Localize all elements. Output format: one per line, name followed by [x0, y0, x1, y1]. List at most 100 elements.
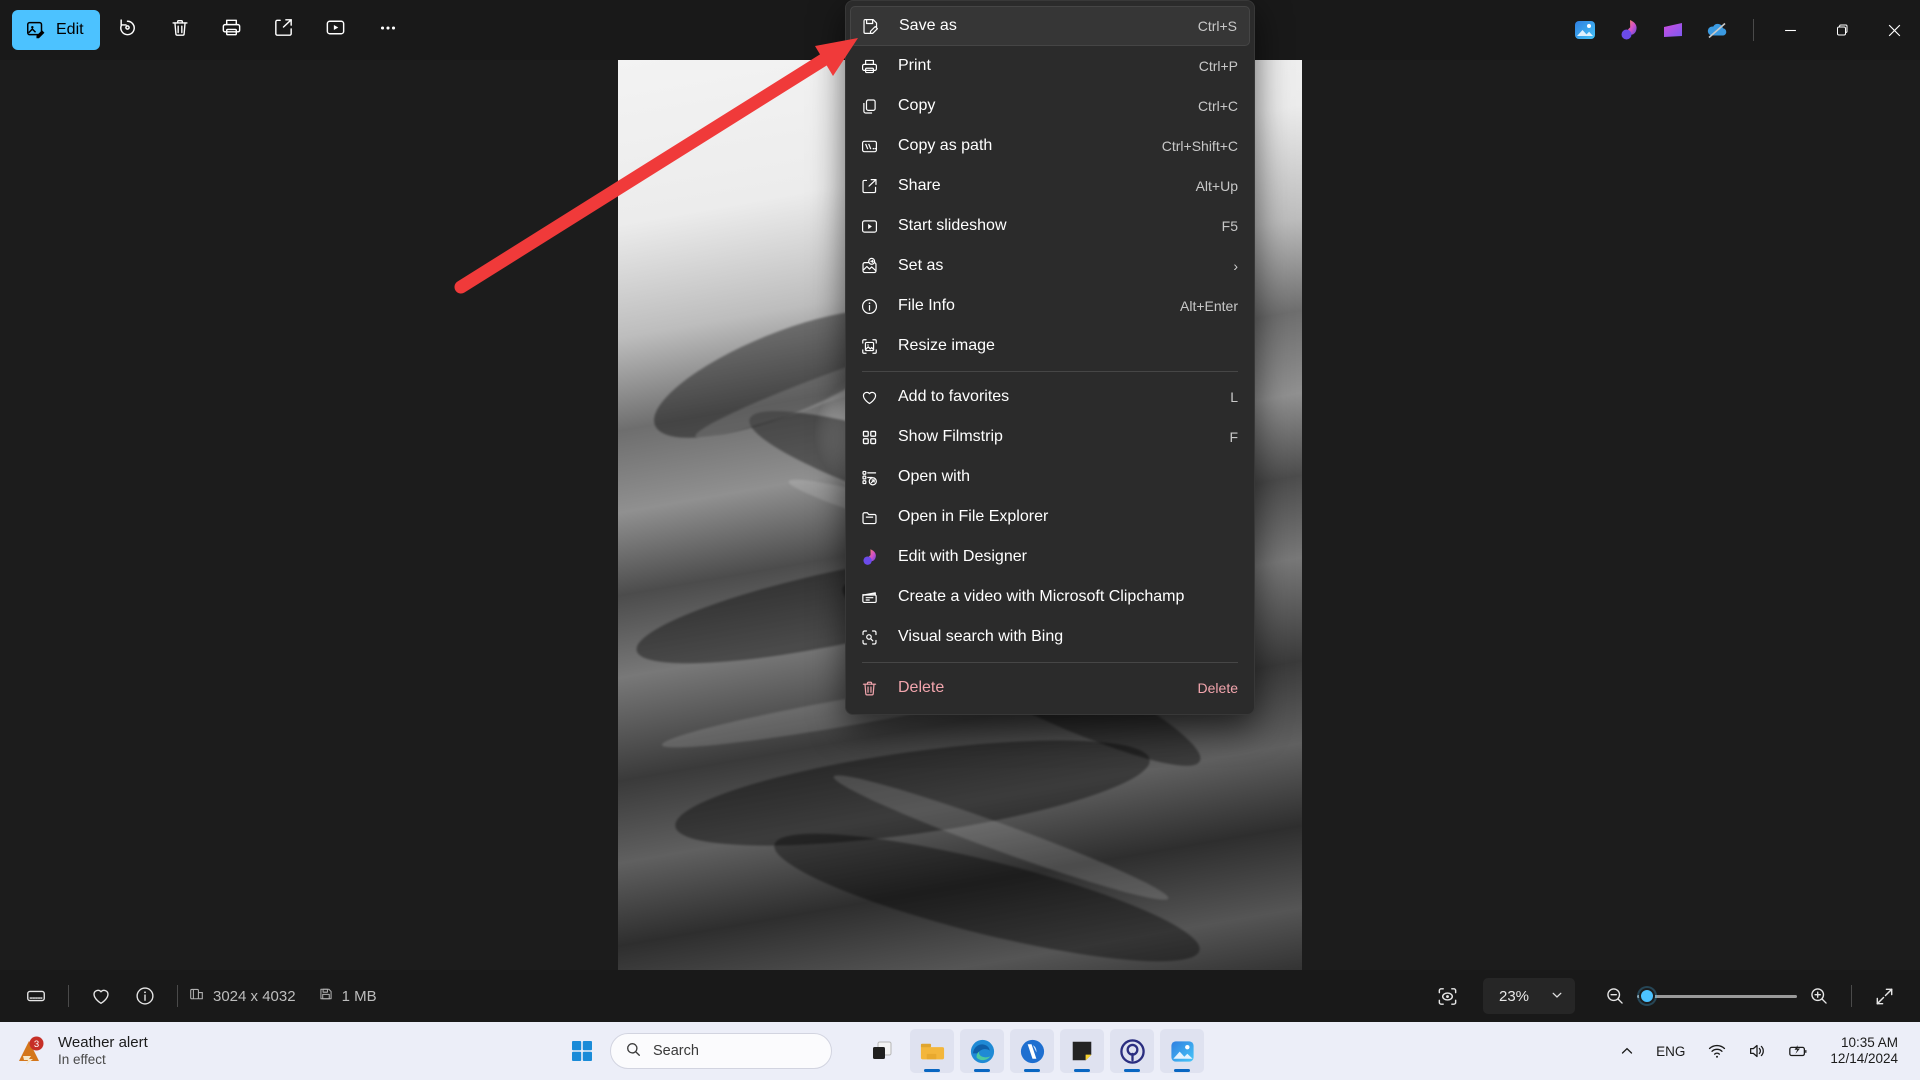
clock-date: 12/14/2024	[1830, 1051, 1898, 1066]
photos-button[interactable]	[1160, 1029, 1204, 1073]
weather-badge-count: 3	[34, 1039, 39, 1050]
clipchamp-app-icon[interactable]	[1651, 10, 1695, 50]
menu-separator	[862, 371, 1238, 372]
context-menu[interactable]: Save as Ctrl+S Print Ctrl+P Copy Ctrl+C	[845, 0, 1255, 715]
menu-item-start-slideshow[interactable]: Start slideshow F5	[850, 206, 1250, 246]
menu-item-label: Delete	[898, 679, 945, 696]
submenu-chevron-right-icon: ›	[1233, 258, 1238, 274]
file-explorer-button[interactable]	[910, 1029, 954, 1073]
status-divider	[177, 985, 178, 1007]
clock[interactable]: 10:35 AM 12/14/2024	[1822, 1035, 1906, 1067]
slideshow-icon	[860, 216, 888, 236]
copy-path-icon	[860, 136, 888, 156]
pia-vpn-button[interactable]	[1110, 1029, 1154, 1073]
menu-item-open-in-file-explorer[interactable]: Open in File Explorer	[850, 497, 1250, 537]
menu-item-label: Resize image	[898, 337, 995, 354]
delete-button[interactable]	[156, 10, 204, 50]
menu-item-delete[interactable]: Delete Delete	[850, 668, 1250, 708]
volume-icon[interactable]	[1740, 1030, 1774, 1072]
maximize-button[interactable]	[1816, 0, 1868, 60]
chevron-down-icon	[1551, 988, 1563, 1005]
menu-item-label: Share	[898, 177, 941, 194]
language-indicator[interactable]: ENG	[1647, 1030, 1694, 1072]
weather-alert-text: Weather alert In effect	[58, 1034, 148, 1068]
menu-item-resize-image[interactable]: Resize image	[850, 326, 1250, 366]
start-button[interactable]	[560, 1029, 604, 1073]
zoom-slider-thumb[interactable]	[1639, 988, 1655, 1004]
zoom-slider-track	[1637, 994, 1797, 998]
menu-item-label: Edit with Designer	[898, 548, 1027, 565]
tray-expand-button[interactable]	[1613, 1030, 1641, 1072]
system-tray: ENG 10:35 AM 12/14/2024	[1613, 1030, 1920, 1072]
menu-item-copy-as-path[interactable]: Copy as path Ctrl+Shift+C	[850, 126, 1250, 166]
vlc-button[interactable]	[1010, 1029, 1054, 1073]
minimize-button[interactable]	[1764, 0, 1816, 60]
menu-item-label: Open with	[898, 468, 971, 485]
edit-button-label: Edit	[56, 21, 84, 38]
menu-item-accel: Alt+Up	[1195, 178, 1238, 194]
more-icon	[377, 17, 399, 44]
menu-item-label: Set as	[898, 257, 944, 274]
clock-time: 10:35 AM	[1840, 1034, 1898, 1050]
slideshow-button[interactable]	[312, 10, 360, 50]
sticky-notes-button[interactable]	[1060, 1029, 1104, 1073]
menu-item-label: Show Filmstrip	[898, 428, 1003, 445]
set-as-icon	[860, 256, 888, 276]
fit-to-window-button[interactable]	[1425, 978, 1469, 1014]
fullscreen-button[interactable]	[1862, 978, 1906, 1014]
edge-button[interactable]	[960, 1029, 1004, 1073]
menu-item-visual-search-with-bing[interactable]: Visual search with Bing	[850, 617, 1250, 657]
edit-button[interactable]: Edit	[12, 10, 100, 50]
command-bar-left: Edit	[0, 10, 412, 50]
menu-item-save-as[interactable]: Save as Ctrl+S	[850, 6, 1250, 46]
close-button[interactable]	[1868, 0, 1920, 60]
menu-item-accel: Ctrl+C	[1197, 98, 1238, 114]
battery-charging-icon[interactable]	[1780, 1030, 1816, 1072]
rotate-button[interactable]	[104, 10, 152, 50]
menu-item-open-with[interactable]: Open with	[850, 457, 1250, 497]
menu-item-share[interactable]: Share Alt+Up	[850, 166, 1250, 206]
menu-item-create-a-video-with-microsoft-clipchamp[interactable]: Create a video with Microsoft Clipchamp	[850, 577, 1250, 617]
search-icon	[625, 1041, 642, 1062]
designer-app-icon[interactable]	[1607, 10, 1651, 50]
menu-item-label: Start slideshow	[898, 217, 1007, 234]
share-button[interactable]	[260, 10, 308, 50]
menu-item-label: Copy as path	[898, 137, 993, 154]
wifi-icon[interactable]	[1700, 1030, 1734, 1072]
favorite-button[interactable]	[79, 978, 123, 1014]
menu-item-label: Add to favorites	[898, 388, 1010, 405]
weather-alert-subtitle: In effect	[58, 1051, 106, 1067]
print-button[interactable]	[208, 10, 256, 50]
menu-item-show-filmstrip[interactable]: Show Filmstrip F	[850, 417, 1250, 457]
onedrive-paused-icon[interactable]	[1695, 10, 1739, 50]
zoom-in-button[interactable]	[1797, 978, 1841, 1014]
folder-icon	[860, 507, 888, 527]
more-options-button[interactable]	[364, 10, 412, 50]
search-input[interactable]: Search	[610, 1033, 832, 1069]
copy-icon	[860, 96, 888, 116]
menu-item-file-info[interactable]: File Info Alt+Enter	[850, 286, 1250, 326]
menu-item-copy[interactable]: Copy Ctrl+C	[850, 86, 1250, 126]
menu-item-print[interactable]: Print Ctrl+P	[850, 46, 1250, 86]
file-info-button[interactable]	[123, 978, 167, 1014]
titlebar-divider	[1753, 19, 1754, 41]
zoom-level-dropdown[interactable]: 23%	[1483, 978, 1575, 1014]
task-view-button[interactable]	[860, 1029, 904, 1073]
menu-item-set-as[interactable]: Set as ›	[850, 246, 1250, 286]
trash-icon	[169, 17, 191, 44]
menu-item-add-to-favorites[interactable]: Add to favorites L	[850, 377, 1250, 417]
filmstrip-toggle-button[interactable]	[14, 978, 58, 1014]
status-divider	[1851, 985, 1852, 1007]
menu-item-accel: Delete	[1197, 680, 1238, 696]
clipchamp-icon	[860, 587, 888, 607]
save-as-icon	[861, 16, 889, 36]
menu-item-edit-with-designer[interactable]: Edit with Designer	[850, 537, 1250, 577]
zoom-slider[interactable]	[1637, 985, 1797, 1007]
menu-item-label: Save as	[899, 17, 957, 34]
photos-app-icon[interactable]	[1563, 10, 1607, 50]
zoom-out-button[interactable]	[1593, 978, 1637, 1014]
menu-item-label: File Info	[898, 297, 955, 314]
taskbar-widgets[interactable]: 3 Weather alert In effect	[0, 1034, 560, 1068]
menu-item-accel: Ctrl+P	[1198, 58, 1238, 74]
taskbar: 3 Weather alert In effect Search ENG 10:…	[0, 1022, 1920, 1080]
